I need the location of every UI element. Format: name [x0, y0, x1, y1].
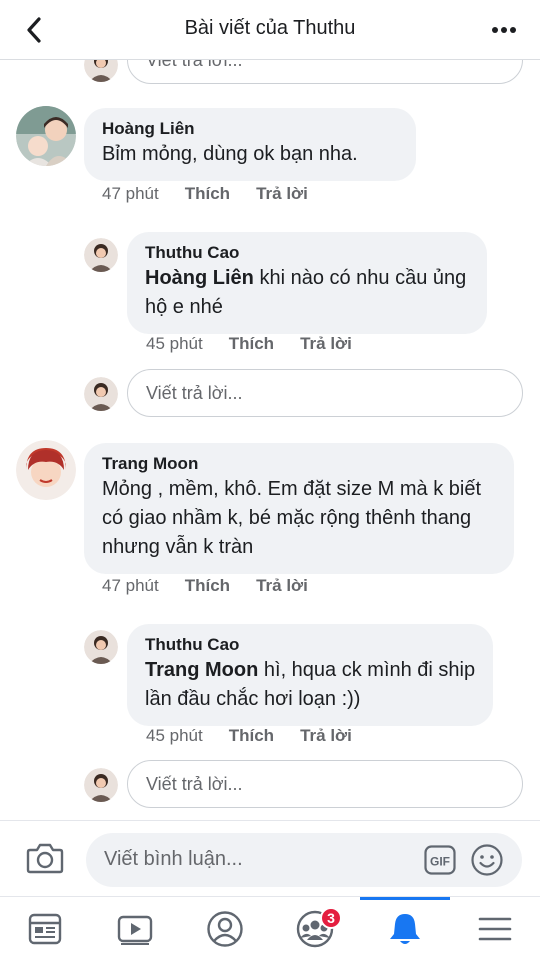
- comment-actions: 47 phút Thích Trả lời: [102, 184, 308, 204]
- profile-icon: [207, 911, 243, 947]
- reply-time: 45 phút: [146, 334, 203, 353]
- gif-button[interactable]: GIF: [424, 845, 456, 875]
- reply-button[interactable]: Trả lời: [256, 184, 308, 204]
- reply-bubble[interactable]: Thuthu Cao Hoàng Liên khi nào có nhu cầu…: [127, 232, 487, 334]
- reply-input-placeholder: Viết trả lời...: [146, 774, 243, 794]
- avatar: [84, 377, 118, 411]
- hamburger-menu-icon: [478, 917, 512, 941]
- tab-watch[interactable]: [90, 897, 180, 960]
- svg-text:GIF: GIF: [430, 855, 450, 869]
- reply-text: Trang Moon hì, hqua ck mình đi ship lần …: [145, 659, 476, 710]
- comment-bubble[interactable]: Trang Moon Mỏng , mềm, khô. Em đặt size …: [84, 443, 514, 574]
- notification-badge: 3: [320, 907, 342, 929]
- tab-notifications[interactable]: [360, 897, 450, 960]
- comment-text: Bỉm mỏng, dùng ok bạn nha.: [102, 143, 358, 165]
- camera-button[interactable]: [26, 841, 64, 879]
- tab-news-feed[interactable]: [0, 897, 90, 960]
- comment-time: 47 phút: [102, 184, 159, 203]
- reply-button[interactable]: Trả lời: [256, 576, 308, 596]
- like-button[interactable]: Thích: [229, 334, 274, 354]
- tab-profile[interactable]: [180, 897, 270, 960]
- reply-author[interactable]: Thuthu Cao: [145, 634, 477, 656]
- tab-groups[interactable]: 3: [270, 897, 360, 960]
- mention-link[interactable]: Hoàng Liên: [145, 267, 254, 289]
- comment-text: Mỏng , mềm, khô. Em đặt size M mà k biết…: [102, 478, 482, 558]
- mention-link[interactable]: Trang Moon: [145, 659, 258, 681]
- bottom-tab-bar: 3: [0, 896, 540, 960]
- emoji-icon: [471, 844, 503, 876]
- camera-icon: [26, 843, 64, 874]
- reply-button[interactable]: Trả lời: [300, 726, 352, 746]
- avatar: [16, 106, 76, 166]
- comment-thread: Viết trả lời... Hoàng Liên Bỉm mỏng, dùn…: [0, 60, 540, 820]
- comment-composer: Viết bình luận... GIF: [0, 820, 540, 896]
- like-button[interactable]: Thích: [185, 576, 230, 596]
- reply-input-placeholder: Viết trả lời...: [146, 60, 243, 70]
- reply-actions: 45 phút Thích Trả lời: [146, 334, 352, 354]
- comment-author[interactable]: Trang Moon: [102, 453, 498, 475]
- comment-bubble[interactable]: Hoàng Liên Bỉm mỏng, dùng ok bạn nha.: [84, 108, 416, 181]
- reply-time: 45 phút: [146, 726, 203, 745]
- reply-input-placeholder: Viết trả lời...: [146, 383, 243, 403]
- avatar: [84, 630, 118, 664]
- reply-button[interactable]: Trả lời: [300, 334, 352, 354]
- comment-actions: 47 phút Thích Trả lời: [102, 576, 308, 596]
- like-button[interactable]: Thích: [185, 184, 230, 204]
- watch-icon: [117, 915, 153, 945]
- gif-icon: GIF: [424, 845, 456, 875]
- comment-input[interactable]: Viết bình luận... GIF: [86, 833, 522, 887]
- reply-input[interactable]: Viết trả lời...: [127, 369, 523, 417]
- reply-actions: 45 phút Thích Trả lời: [146, 726, 352, 746]
- avatar: [84, 60, 118, 82]
- like-button[interactable]: Thích: [229, 726, 274, 746]
- reply-author[interactable]: Thuthu Cao: [145, 242, 471, 264]
- page-title: Bài viết của Thuthu: [184, 17, 356, 39]
- reply-input[interactable]: Viết trả lời...: [127, 760, 523, 808]
- avatar: [84, 768, 118, 802]
- reply-text: Hoàng Liên khi nào có nhu cầu ủng hộ e n…: [145, 267, 467, 318]
- reply-bubble[interactable]: Thuthu Cao Trang Moon hì, hqua ck mình đ…: [127, 624, 493, 726]
- avatar: [16, 440, 76, 500]
- reply-input[interactable]: Viết trả lời...: [127, 60, 523, 84]
- tab-menu[interactable]: [450, 897, 540, 960]
- comment-time: 47 phút: [102, 576, 159, 595]
- emoji-button[interactable]: [470, 843, 504, 877]
- more-options-button[interactable]: [488, 16, 520, 44]
- bell-icon: [390, 914, 420, 944]
- comment-author[interactable]: Hoàng Liên: [102, 118, 400, 140]
- more-dots-icon: [492, 27, 516, 33]
- avatar: [84, 238, 118, 272]
- top-bar: Bài viết của Thuthu: [0, 0, 540, 60]
- news-feed-icon: [28, 913, 62, 945]
- comment-input-placeholder: Viết bình luận...: [104, 848, 243, 870]
